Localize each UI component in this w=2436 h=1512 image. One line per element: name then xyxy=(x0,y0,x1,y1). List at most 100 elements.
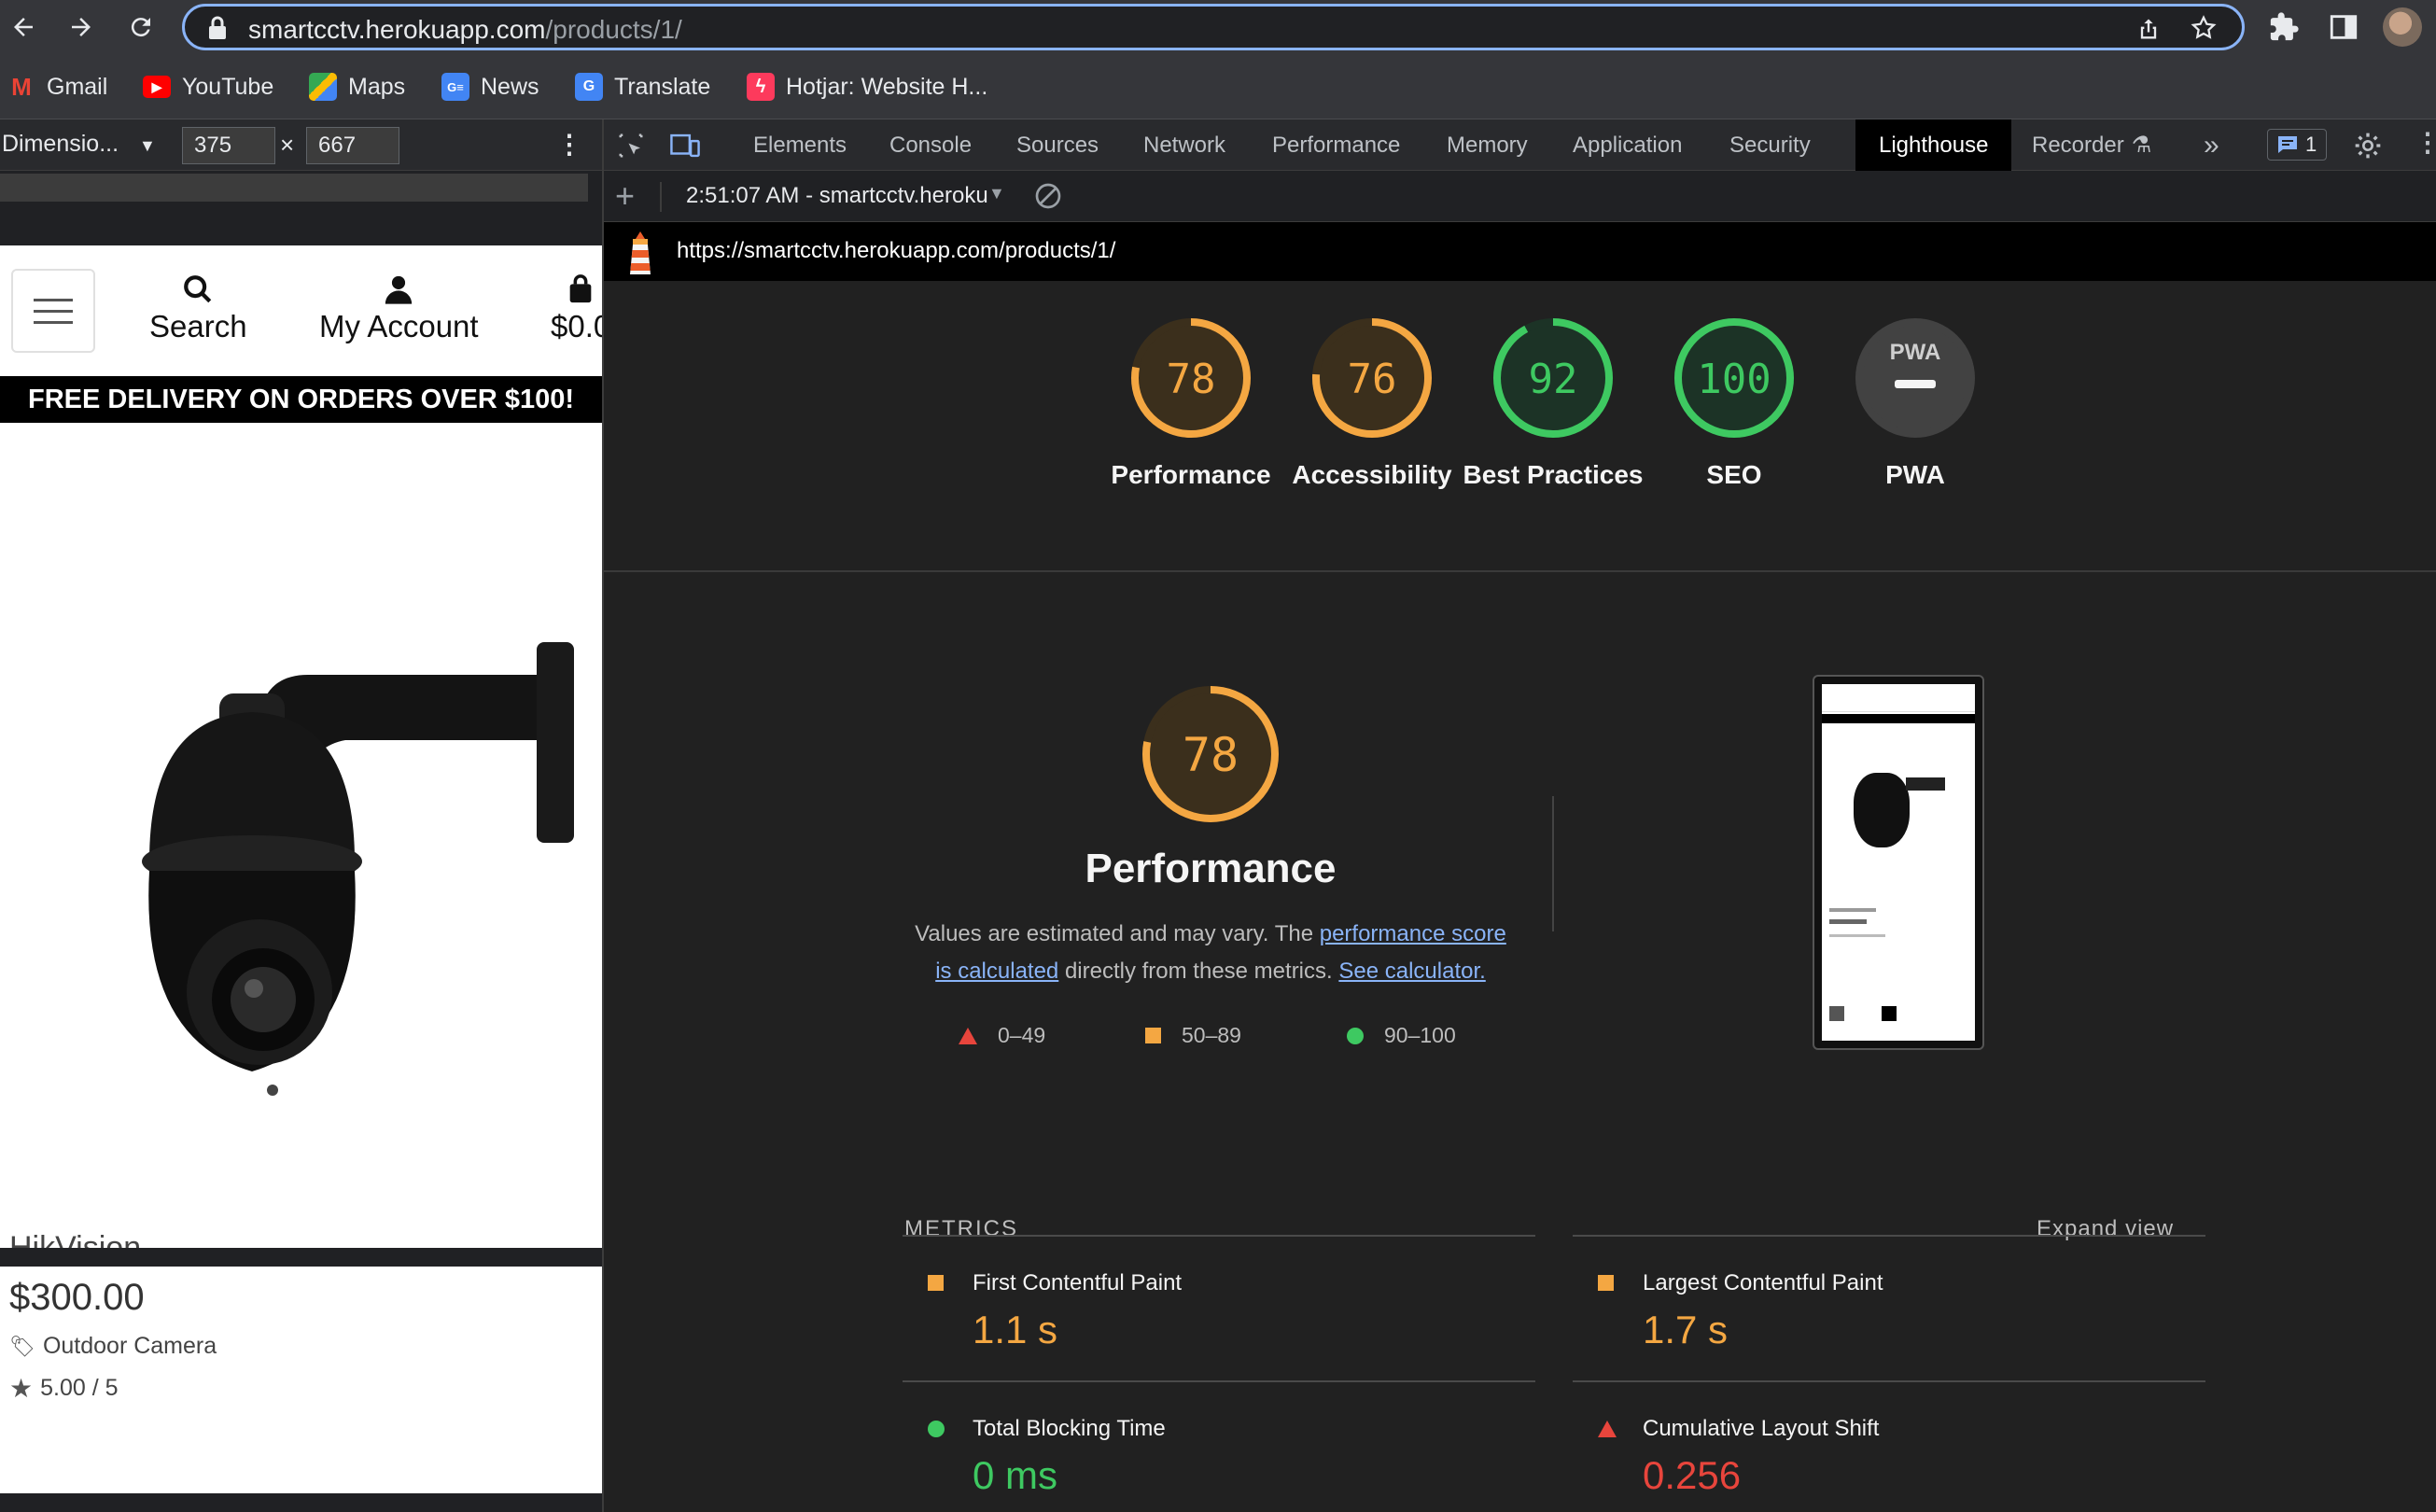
device-toolbar: Dimensio... ▼ 375 × 667 ⋮ xyxy=(0,119,602,171)
device-more-options-icon[interactable]: ⋮ xyxy=(556,129,582,160)
forward-button[interactable] xyxy=(62,7,101,47)
ptz-camera-image[interactable] xyxy=(9,553,583,1207)
bookmark-translate[interactable]: G Translate xyxy=(575,71,710,103)
tab-network[interactable]: Network xyxy=(1143,119,1225,171)
device-height-input[interactable]: 667 xyxy=(306,127,399,164)
thumbnail-camera-mount xyxy=(1906,777,1945,791)
search-icon xyxy=(184,275,212,303)
bookmark-maps[interactable]: Maps xyxy=(309,71,405,103)
metric-divider xyxy=(903,1235,1535,1237)
viewport-bottom-edge xyxy=(0,1248,602,1267)
device-width-input[interactable]: 375 xyxy=(182,127,275,164)
tab-application[interactable]: Application xyxy=(1573,119,1682,171)
gauge-performance[interactable]: 78 Performance xyxy=(1098,316,1284,494)
gauge-best-practices[interactable]: 92 Best Practices xyxy=(1460,316,1646,494)
tag-icon: 🏷 xyxy=(9,1334,35,1358)
share-icon[interactable] xyxy=(2135,15,2162,43)
final-screenshot-thumbnail[interactable] xyxy=(1813,675,1984,1050)
metric-value: 0 ms xyxy=(973,1453,1058,1497)
gauge-score-value: 76 xyxy=(1348,356,1397,403)
bookmark-gmail[interactable]: M Gmail xyxy=(7,71,107,103)
back-button[interactable] xyxy=(4,7,43,47)
reload-icon xyxy=(131,18,150,37)
header-account-link[interactable]: My Account xyxy=(319,273,479,344)
gauge-accessibility[interactable]: 76 Accessibility xyxy=(1279,316,1465,494)
issues-message-icon xyxy=(2278,136,2297,153)
product-price: $300.00 xyxy=(9,1277,145,1318)
clear-reports-icon[interactable] xyxy=(1033,181,1063,211)
browser-toolbar: smartcctv.herokuapp.com/products/1/ xyxy=(0,0,2436,54)
lighthouse-toolbar: + 2:51:07 AM - smartcctv.heroku ▼ xyxy=(604,171,2436,222)
performance-description: Values are estimated and may vary. The p… xyxy=(907,916,1514,990)
settings-gear-icon[interactable] xyxy=(2353,131,2383,161)
thumbnail-text-line xyxy=(1829,919,1867,924)
metric-pass-circle-icon xyxy=(928,1421,945,1437)
thumbnail-banner xyxy=(1822,714,1975,723)
reload-button[interactable] xyxy=(121,7,161,47)
tab-security[interactable]: Security xyxy=(1729,119,1811,171)
lighthouse-url-bar: https://smartcctv.herokuapp.com/products… xyxy=(604,222,2436,281)
expand-view-toggle[interactable]: Expand view xyxy=(2037,1216,2174,1242)
pwa-badge-text: PWA xyxy=(1890,340,1941,365)
metrics-heading: METRICS xyxy=(904,1216,1018,1241)
bookmark-youtube[interactable]: ▶ YouTube xyxy=(143,71,273,103)
audited-url[interactable]: https://smartcctv.herokuapp.com/products… xyxy=(677,238,1115,264)
bookmark-hotjar[interactable]: ϟ Hotjar: Website H... xyxy=(747,71,987,103)
header-cart-link[interactable]: $0.0 xyxy=(551,273,602,344)
gauge-label: Performance xyxy=(1111,460,1271,489)
product-category-link[interactable]: 🏷 Outdoor Camera xyxy=(9,1333,217,1360)
metric-average-square-icon xyxy=(928,1275,944,1291)
gauge-pwa[interactable]: PWA PWA xyxy=(1822,316,2009,494)
maps-icon xyxy=(309,73,337,101)
tab-elements[interactable]: Elements xyxy=(753,119,847,171)
bookmark-news[interactable]: G≡ News xyxy=(441,71,539,103)
issues-counter[interactable]: 1 xyxy=(2267,129,2328,161)
star-icon: ★ xyxy=(9,1374,34,1403)
gauge-label: Accessibility xyxy=(1292,460,1452,489)
dimensions-dropdown[interactable]: Dimensio... ▼ xyxy=(2,131,156,158)
devtools-menu-icon[interactable]: ⋮ xyxy=(2415,127,2436,158)
tab-performance[interactable]: Performance xyxy=(1272,119,1400,171)
inspect-element-icon[interactable] xyxy=(617,132,645,160)
tab-memory[interactable]: Memory xyxy=(1447,119,1528,171)
pwa-dash-icon xyxy=(1895,380,1936,388)
profile-avatar[interactable] xyxy=(2383,7,2422,47)
triangle-shape xyxy=(1598,1421,1617,1437)
rating-value: 5.00 / 5 xyxy=(40,1375,119,1401)
lighthouse-report: 78 Performance 76 Accessibility 92 Best Pract… xyxy=(604,281,2436,1512)
calculator-link[interactable]: See calculator. xyxy=(1338,959,1485,984)
tab-sources[interactable]: Sources xyxy=(1016,119,1099,171)
tab-recorder[interactable]: Recorder ⚗ xyxy=(2032,119,2151,171)
address-bar[interactable]: smartcctv.herokuapp.com/products/1/ xyxy=(182,4,2245,50)
gauge-background xyxy=(1855,318,1975,438)
bookmark-star-icon[interactable] xyxy=(2190,14,2218,42)
gauge-score-value: 78 xyxy=(1167,356,1216,403)
thumbnail-page xyxy=(1822,684,1975,1041)
report-selector[interactable]: 2:51:07 AM - smartcctv.heroku xyxy=(686,183,1022,209)
lighthouse-logo-icon xyxy=(630,231,651,274)
tab-console[interactable]: Console xyxy=(889,119,972,171)
search-label: Search xyxy=(149,309,247,343)
extensions-puzzle-icon[interactable] xyxy=(2268,11,2300,43)
bookmark-label: News xyxy=(481,73,539,100)
new-report-plus-icon[interactable]: + xyxy=(615,176,635,216)
report-dropdown-arrow-icon[interactable]: ▼ xyxy=(988,184,1005,203)
menu-hamburger-icon[interactable] xyxy=(11,269,95,353)
gauge-ring: 76 xyxy=(1312,318,1432,438)
report-selector-label: 2:51:07 AM - smartcctv.heroku xyxy=(686,183,988,208)
tab-lighthouse[interactable]: Lighthouse xyxy=(1855,119,2012,171)
gauge-seo[interactable]: 100 SEO xyxy=(1641,316,1827,494)
metric-name: First Contentful Paint xyxy=(973,1270,1183,1295)
device-toggle-icon[interactable] xyxy=(669,132,701,160)
metric-name: Largest Contentful Paint xyxy=(1643,1270,1883,1295)
more-tabs-chevron-icon[interactable]: » xyxy=(2204,119,2219,171)
metric-name: Cumulative Layout Shift xyxy=(1643,1416,1880,1441)
youtube-icon: ▶ xyxy=(143,76,171,98)
gauge-ring: 100 xyxy=(1674,318,1794,438)
header-search-link[interactable]: Search xyxy=(149,273,247,344)
performance-score-gauge[interactable]: 78 xyxy=(1141,684,1281,824)
legend-fail: 0–49 xyxy=(959,1023,1045,1048)
free-delivery-banner: FREE DELIVERY ON ORDERS OVER $100! xyxy=(0,376,602,423)
side-panel-icon[interactable] xyxy=(2328,11,2359,43)
mobile-viewport: Search My Account $0.0 FREE DELIVERY ON … xyxy=(0,245,602,1493)
